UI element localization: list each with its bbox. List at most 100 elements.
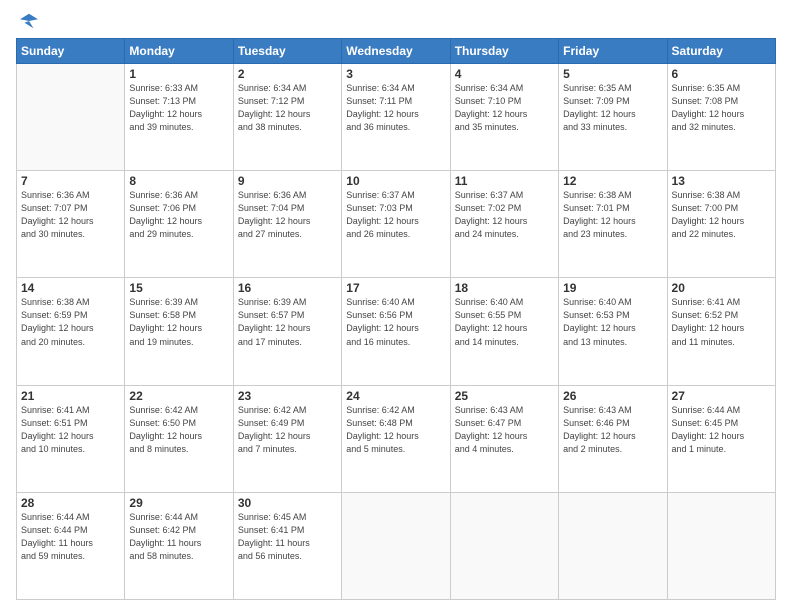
calendar-cell: 23Sunrise: 6:42 AMSunset: 6:49 PMDayligh… (233, 385, 341, 492)
day-number: 3 (346, 67, 445, 81)
day-info: Sunrise: 6:38 AMSunset: 6:59 PMDaylight:… (21, 296, 120, 348)
calendar-cell: 27Sunrise: 6:44 AMSunset: 6:45 PMDayligh… (667, 385, 775, 492)
day-info: Sunrise: 6:43 AMSunset: 6:47 PMDaylight:… (455, 404, 554, 456)
calendar-cell: 8Sunrise: 6:36 AMSunset: 7:06 PMDaylight… (125, 171, 233, 278)
page: SundayMondayTuesdayWednesdayThursdayFrid… (0, 0, 792, 612)
calendar-day-header: Monday (125, 39, 233, 64)
day-info: Sunrise: 6:45 AMSunset: 6:41 PMDaylight:… (238, 511, 337, 563)
day-number: 23 (238, 389, 337, 403)
calendar-cell: 22Sunrise: 6:42 AMSunset: 6:50 PMDayligh… (125, 385, 233, 492)
calendar-day-header: Saturday (667, 39, 775, 64)
calendar-cell: 12Sunrise: 6:38 AMSunset: 7:01 PMDayligh… (559, 171, 667, 278)
day-number: 14 (21, 281, 120, 295)
calendar-week-row: 7Sunrise: 6:36 AMSunset: 7:07 PMDaylight… (17, 171, 776, 278)
day-number: 19 (563, 281, 662, 295)
calendar-cell: 30Sunrise: 6:45 AMSunset: 6:41 PMDayligh… (233, 492, 341, 599)
day-info: Sunrise: 6:34 AMSunset: 7:12 PMDaylight:… (238, 82, 337, 134)
calendar-header-row: SundayMondayTuesdayWednesdayThursdayFrid… (17, 39, 776, 64)
day-info: Sunrise: 6:40 AMSunset: 6:55 PMDaylight:… (455, 296, 554, 348)
day-info: Sunrise: 6:44 AMSunset: 6:42 PMDaylight:… (129, 511, 228, 563)
calendar-table: SundayMondayTuesdayWednesdayThursdayFrid… (16, 38, 776, 600)
calendar-day-header: Friday (559, 39, 667, 64)
day-info: Sunrise: 6:44 AMSunset: 6:45 PMDaylight:… (672, 404, 771, 456)
calendar-cell: 25Sunrise: 6:43 AMSunset: 6:47 PMDayligh… (450, 385, 558, 492)
calendar-cell: 11Sunrise: 6:37 AMSunset: 7:02 PMDayligh… (450, 171, 558, 278)
calendar-cell: 17Sunrise: 6:40 AMSunset: 6:56 PMDayligh… (342, 278, 450, 385)
calendar-cell: 3Sunrise: 6:34 AMSunset: 7:11 PMDaylight… (342, 64, 450, 171)
calendar-cell: 18Sunrise: 6:40 AMSunset: 6:55 PMDayligh… (450, 278, 558, 385)
calendar-cell: 20Sunrise: 6:41 AMSunset: 6:52 PMDayligh… (667, 278, 775, 385)
day-info: Sunrise: 6:42 AMSunset: 6:48 PMDaylight:… (346, 404, 445, 456)
calendar-cell (17, 64, 125, 171)
day-info: Sunrise: 6:39 AMSunset: 6:58 PMDaylight:… (129, 296, 228, 348)
day-number: 13 (672, 174, 771, 188)
day-info: Sunrise: 6:43 AMSunset: 6:46 PMDaylight:… (563, 404, 662, 456)
calendar-cell: 10Sunrise: 6:37 AMSunset: 7:03 PMDayligh… (342, 171, 450, 278)
day-info: Sunrise: 6:37 AMSunset: 7:02 PMDaylight:… (455, 189, 554, 241)
day-info: Sunrise: 6:40 AMSunset: 6:56 PMDaylight:… (346, 296, 445, 348)
day-number: 21 (21, 389, 120, 403)
day-number: 5 (563, 67, 662, 81)
calendar-day-header: Wednesday (342, 39, 450, 64)
day-number: 29 (129, 496, 228, 510)
calendar-cell: 14Sunrise: 6:38 AMSunset: 6:59 PMDayligh… (17, 278, 125, 385)
day-info: Sunrise: 6:37 AMSunset: 7:03 PMDaylight:… (346, 189, 445, 241)
day-number: 11 (455, 174, 554, 188)
logo (16, 12, 38, 30)
day-number: 6 (672, 67, 771, 81)
day-info: Sunrise: 6:35 AMSunset: 7:08 PMDaylight:… (672, 82, 771, 134)
day-info: Sunrise: 6:39 AMSunset: 6:57 PMDaylight:… (238, 296, 337, 348)
header (16, 12, 776, 30)
calendar-cell: 13Sunrise: 6:38 AMSunset: 7:00 PMDayligh… (667, 171, 775, 278)
calendar-day-header: Sunday (17, 39, 125, 64)
calendar-cell: 19Sunrise: 6:40 AMSunset: 6:53 PMDayligh… (559, 278, 667, 385)
day-number: 26 (563, 389, 662, 403)
day-number: 24 (346, 389, 445, 403)
day-number: 16 (238, 281, 337, 295)
calendar-cell (342, 492, 450, 599)
calendar-cell: 2Sunrise: 6:34 AMSunset: 7:12 PMDaylight… (233, 64, 341, 171)
day-info: Sunrise: 6:44 AMSunset: 6:44 PMDaylight:… (21, 511, 120, 563)
calendar-cell: 26Sunrise: 6:43 AMSunset: 6:46 PMDayligh… (559, 385, 667, 492)
day-number: 10 (346, 174, 445, 188)
day-info: Sunrise: 6:36 AMSunset: 7:04 PMDaylight:… (238, 189, 337, 241)
day-number: 7 (21, 174, 120, 188)
day-number: 20 (672, 281, 771, 295)
day-number: 12 (563, 174, 662, 188)
day-info: Sunrise: 6:33 AMSunset: 7:13 PMDaylight:… (129, 82, 228, 134)
calendar-week-row: 28Sunrise: 6:44 AMSunset: 6:44 PMDayligh… (17, 492, 776, 599)
day-info: Sunrise: 6:38 AMSunset: 7:00 PMDaylight:… (672, 189, 771, 241)
day-number: 17 (346, 281, 445, 295)
calendar-day-header: Thursday (450, 39, 558, 64)
calendar-cell (450, 492, 558, 599)
day-number: 15 (129, 281, 228, 295)
day-info: Sunrise: 6:34 AMSunset: 7:10 PMDaylight:… (455, 82, 554, 134)
calendar-cell: 21Sunrise: 6:41 AMSunset: 6:51 PMDayligh… (17, 385, 125, 492)
day-info: Sunrise: 6:38 AMSunset: 7:01 PMDaylight:… (563, 189, 662, 241)
day-number: 27 (672, 389, 771, 403)
day-info: Sunrise: 6:41 AMSunset: 6:52 PMDaylight:… (672, 296, 771, 348)
day-info: Sunrise: 6:35 AMSunset: 7:09 PMDaylight:… (563, 82, 662, 134)
day-info: Sunrise: 6:42 AMSunset: 6:50 PMDaylight:… (129, 404, 228, 456)
calendar-cell (667, 492, 775, 599)
day-info: Sunrise: 6:34 AMSunset: 7:11 PMDaylight:… (346, 82, 445, 134)
calendar-cell: 15Sunrise: 6:39 AMSunset: 6:58 PMDayligh… (125, 278, 233, 385)
calendar-cell: 9Sunrise: 6:36 AMSunset: 7:04 PMDaylight… (233, 171, 341, 278)
day-number: 25 (455, 389, 554, 403)
calendar-cell: 16Sunrise: 6:39 AMSunset: 6:57 PMDayligh… (233, 278, 341, 385)
calendar-cell (559, 492, 667, 599)
day-number: 22 (129, 389, 228, 403)
day-number: 30 (238, 496, 337, 510)
calendar-cell: 29Sunrise: 6:44 AMSunset: 6:42 PMDayligh… (125, 492, 233, 599)
day-number: 1 (129, 67, 228, 81)
calendar-cell: 5Sunrise: 6:35 AMSunset: 7:09 PMDaylight… (559, 64, 667, 171)
day-number: 18 (455, 281, 554, 295)
day-number: 4 (455, 67, 554, 81)
day-number: 9 (238, 174, 337, 188)
calendar-cell: 7Sunrise: 6:36 AMSunset: 7:07 PMDaylight… (17, 171, 125, 278)
day-info: Sunrise: 6:36 AMSunset: 7:07 PMDaylight:… (21, 189, 120, 241)
calendar-cell: 6Sunrise: 6:35 AMSunset: 7:08 PMDaylight… (667, 64, 775, 171)
calendar-week-row: 14Sunrise: 6:38 AMSunset: 6:59 PMDayligh… (17, 278, 776, 385)
calendar-week-row: 21Sunrise: 6:41 AMSunset: 6:51 PMDayligh… (17, 385, 776, 492)
day-info: Sunrise: 6:41 AMSunset: 6:51 PMDaylight:… (21, 404, 120, 456)
